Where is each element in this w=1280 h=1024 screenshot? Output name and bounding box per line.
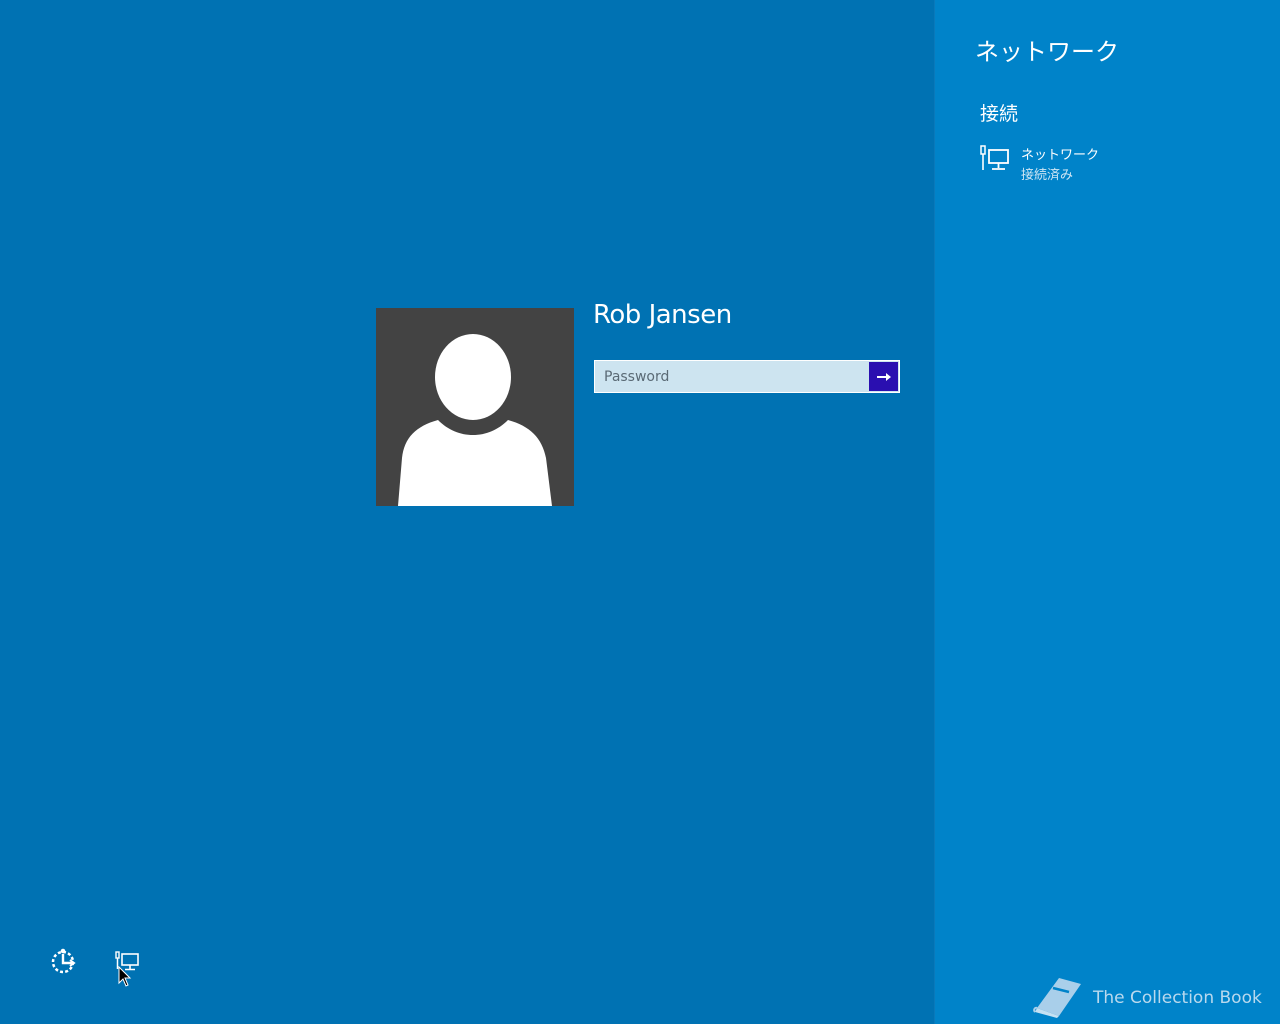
connection-name: ネットワーク	[1021, 148, 1100, 163]
mouse-cursor	[118, 965, 132, 988]
connection-status: 接続済み	[1021, 168, 1074, 183]
network-pane: ネットワーク 接続 ネットワーク 接続済み The Collection Boo…	[934, 0, 1280, 1024]
ease-of-access-button[interactable]	[48, 946, 78, 976]
connection-item[interactable]: ネットワーク 接続済み	[979, 144, 1259, 186]
connections-section-label: 接続	[980, 103, 1019, 125]
wired-network-icon	[980, 145, 1009, 170]
pointer-cursor-icon	[118, 965, 132, 987]
watermark: The Collection Book	[1031, 974, 1262, 1022]
default-user-avatar-icon	[398, 334, 552, 506]
user-name: Rob Jansen	[593, 300, 732, 330]
user-avatar	[376, 308, 574, 506]
watermark-text: The Collection Book	[1093, 988, 1262, 1008]
submit-button[interactable]	[869, 362, 898, 391]
password-field	[594, 360, 900, 393]
ease-of-access-icon	[51, 948, 76, 974]
password-input[interactable]	[595, 361, 868, 392]
book-icon	[1033, 978, 1081, 1018]
pane-title: ネットワーク	[975, 38, 1119, 66]
lock-screen: Rob Jansen ネットワーク 接続 ネットワーク 接続済み The Col…	[0, 0, 1280, 1024]
arrow-right-icon	[876, 372, 891, 381]
